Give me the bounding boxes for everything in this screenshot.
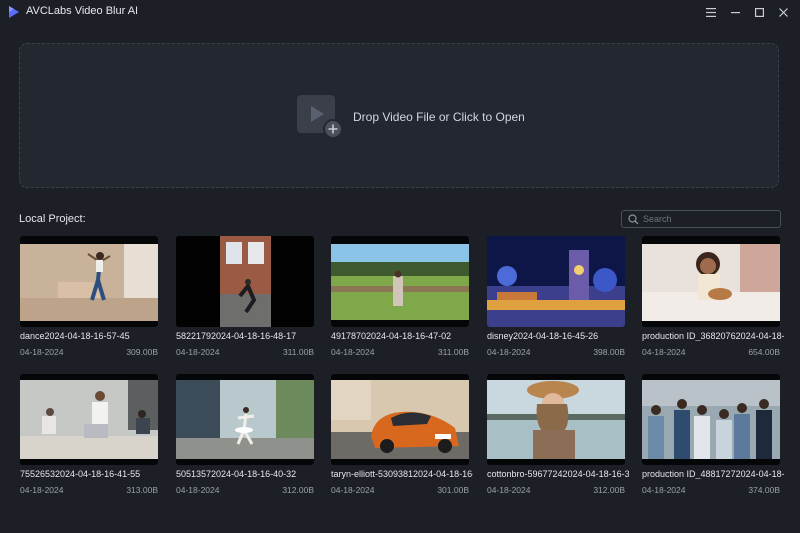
video-dropzone[interactable]: Drop Video File or Click to Open [19,43,779,188]
project-name: 49178702024-04-18-16-47-02 [331,331,452,341]
girl-ukulele-thumbnail [642,236,780,327]
project-name: production ID_36820762024-04-18-1 [642,331,784,341]
dropzone-text: Drop Video File or Click to Open [353,110,525,124]
project-date: 04-18-2024 [487,347,531,357]
project-card[interactable]: taryn-elliott-53093812024-04-18-16- 04-1… [331,374,473,495]
project-size: 311.00B [282,347,314,357]
project-size: 374.00B [748,485,780,495]
project-card[interactable]: dance2024-04-18-16-57-45 04-18-2024 309.0… [20,236,158,357]
project-date: 04-18-2024 [487,485,531,495]
project-size: 312.00B [593,485,625,495]
castle-thumbnail [487,236,625,327]
project-size: 313.00B [126,485,158,495]
office-thumbnail [20,374,158,465]
add-video-icon [297,95,343,139]
dance-thumbnail [20,236,158,327]
project-size: 311.00B [437,347,469,357]
project-date: 04-18-2024 [642,485,686,495]
project-name: production ID_48817272024-04-18-1 [642,469,784,479]
project-date: 04-18-2024 [642,347,686,357]
project-date: 04-18-2024 [331,485,375,495]
project-card[interactable]: 49178702024-04-18-16-47-02 04-18-2024 311… [331,236,469,357]
project-name: cottonbro-59677242024-04-18-16-3 [487,469,629,479]
app-logo-icon [9,6,19,18]
menu-icon [706,7,716,17]
project-card[interactable]: disney2024-04-18-16-45-26 04-18-2024 398.… [487,236,625,357]
project-date: 04-18-2024 [331,347,375,357]
minimize-icon [730,11,740,13]
project-name: dance2024-04-18-16-57-45 [20,331,130,341]
project-name: disney2024-04-18-16-45-26 [487,331,599,341]
project-date: 04-18-2024 [20,347,64,357]
hat-woman-thumbnail [487,374,625,465]
project-card[interactable]: 75526532024-04-18-16-41-55 04-18-2024 313… [20,374,158,495]
project-date: 04-18-2024 [176,485,220,495]
field-thumbnail [331,236,469,327]
project-size: 654.00B [748,347,780,357]
maximize-button[interactable] [750,3,768,21]
project-name: 50513572024-04-18-16-40-32 [176,469,297,479]
group-thumbnail [642,374,780,465]
search-input[interactable] [639,214,780,224]
project-date: 04-18-2024 [20,485,64,495]
close-button[interactable] [774,3,792,21]
local-project-label: Local Project: [19,213,86,225]
project-name: 58221792024-04-18-16-48-17 [176,331,297,341]
project-card[interactable]: 50513572024-04-18-16-40-32 04-18-2024 312… [176,374,314,495]
ballet-thumbnail [176,374,314,465]
close-icon [778,7,788,17]
minimize-button[interactable] [726,3,744,21]
project-size: 309.00B [126,347,158,357]
app-title: AVCLabs Video Blur AI [26,5,139,17]
project-name: taryn-elliott-53093812024-04-18-16- [331,469,473,479]
menu-button[interactable] [702,3,720,21]
project-size: 312.00B [282,485,314,495]
project-card[interactable]: cottonbro-59677242024-04-18-16-3 04-18-2… [487,374,629,495]
project-size: 301.00B [437,485,469,495]
car-thumbnail [331,374,469,465]
street-thumbnail [176,236,314,327]
project-card[interactable]: production ID_36820762024-04-18-1 04-18-… [642,236,784,357]
project-card[interactable]: production ID_48817272024-04-18-1 04-18-… [642,374,784,495]
project-date: 04-18-2024 [176,347,220,357]
maximize-icon [754,7,764,17]
search-box[interactable] [621,210,781,228]
project-card[interactable]: 58221792024-04-18-16-48-17 04-18-2024 311… [176,236,314,357]
project-size: 398.00B [593,347,625,357]
search-icon [628,213,639,224]
project-name: 75526532024-04-18-16-41-55 [20,469,141,479]
title-bar: AVCLabs Video Blur AI [0,0,800,24]
